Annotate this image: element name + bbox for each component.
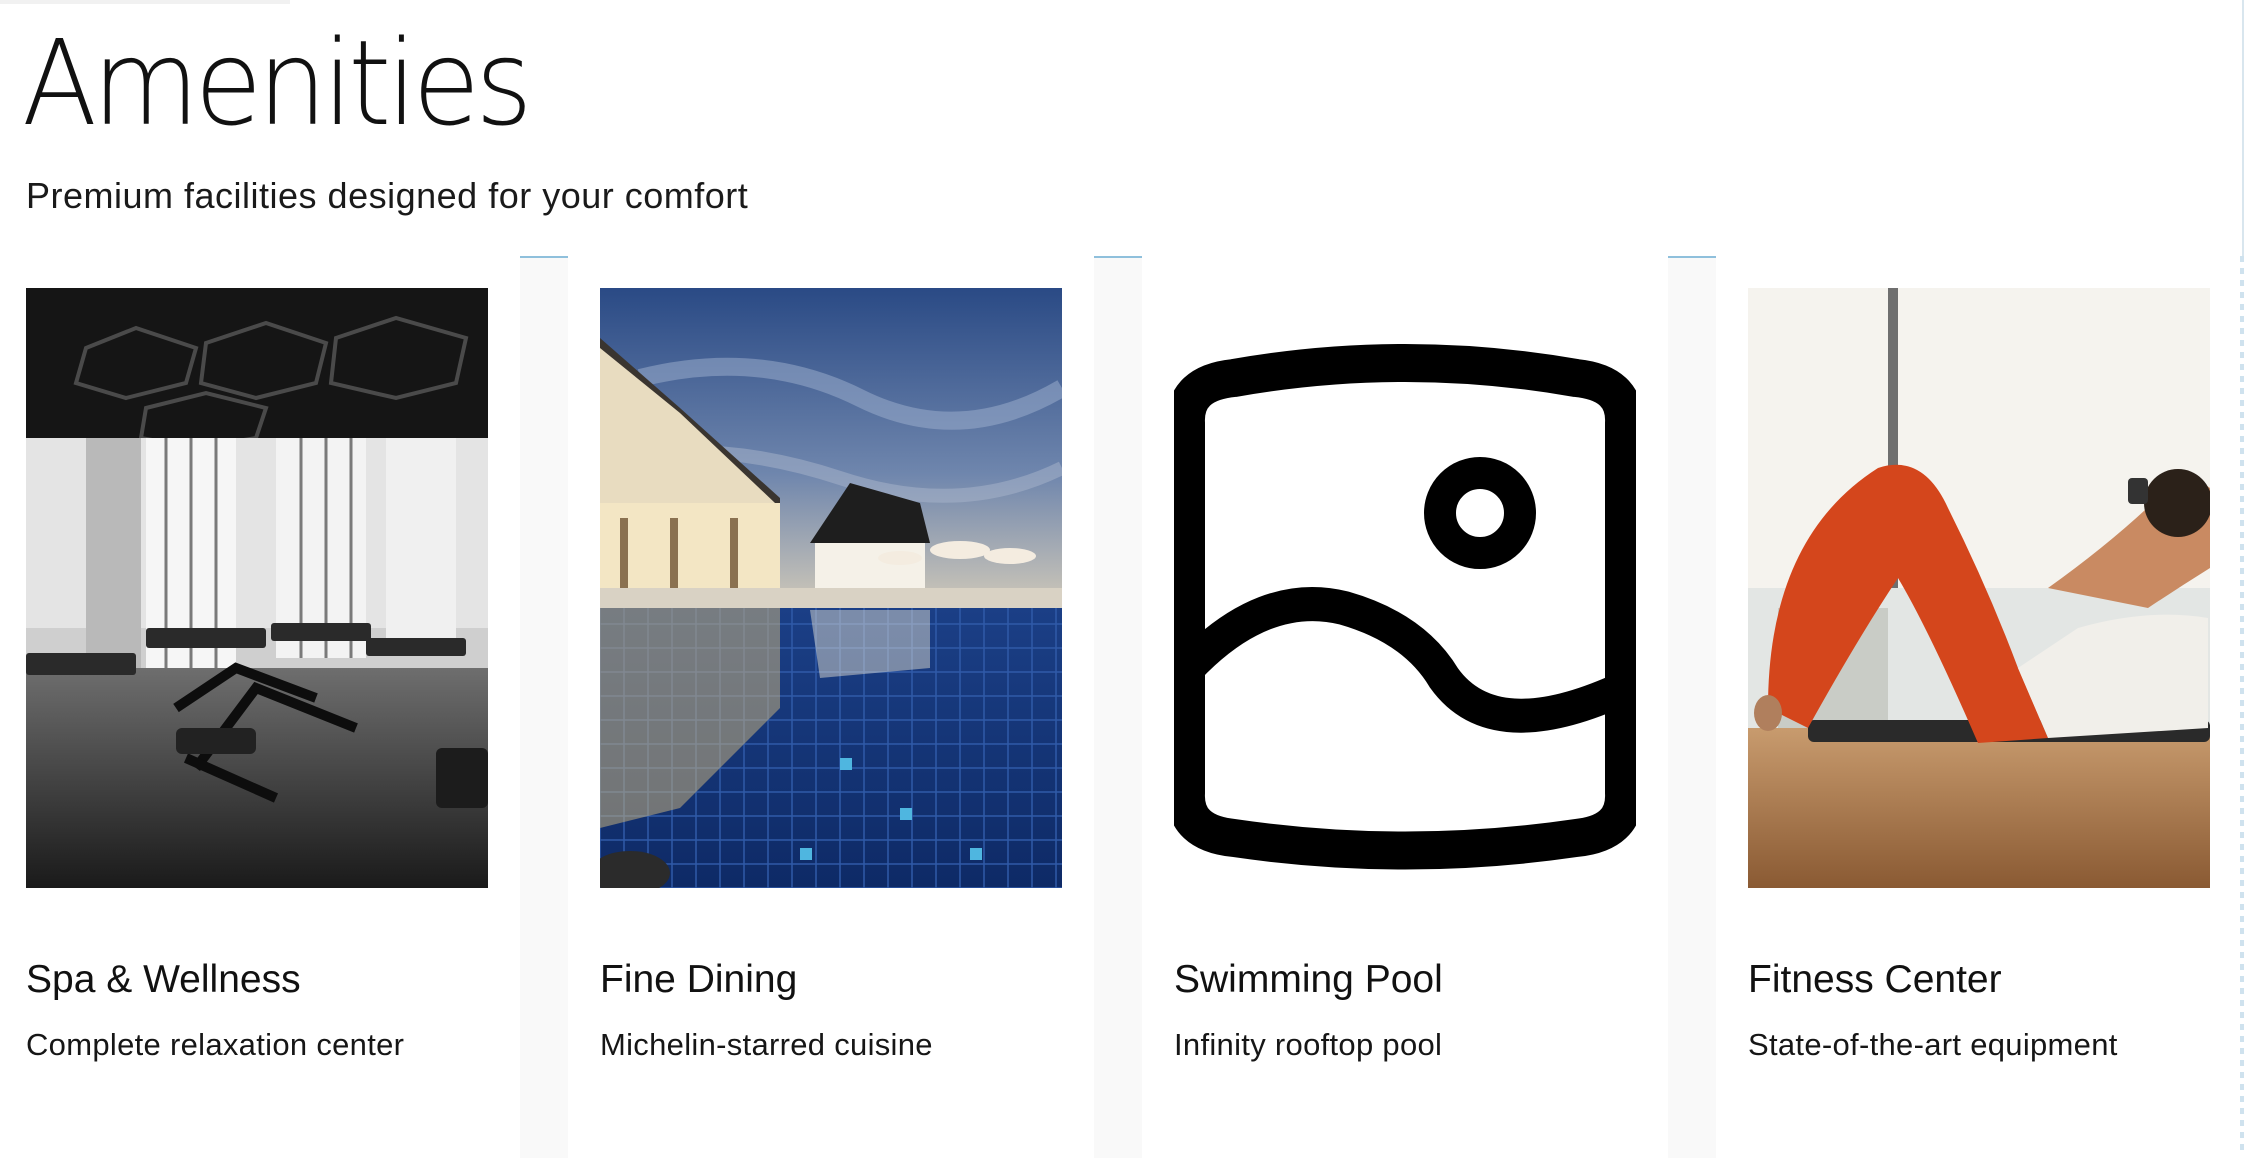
- amenity-card-spa-wellness[interactable]: Spa & Wellness Complete relaxation cente…: [26, 288, 488, 1156]
- amenities-grid: Spa & Wellness Complete relaxation cente…: [0, 256, 2244, 1158]
- amenity-description: Complete relaxation center: [26, 1027, 405, 1062]
- page-subtitle: Premium facilities designed for your com…: [26, 175, 749, 216]
- amenity-card-fitness-center[interactable]: Fitness Center State-of-the-art equipmen…: [1748, 288, 2210, 1156]
- top-tab-indicator: [0, 0, 290, 4]
- amenity-description: Infinity rooftop pool: [1174, 1027, 1443, 1062]
- image-placeholder-icon: [1174, 288, 1636, 888]
- amenity-card-fine-dining[interactable]: Fine Dining Michelin-starred cuisine: [600, 288, 1062, 1156]
- scroll-edge: [2240, 256, 2244, 1156]
- workout-photo: [1748, 288, 2210, 888]
- amenity-card-swimming-pool[interactable]: Swimming Pool Infinity rooftop pool: [1174, 288, 1636, 1156]
- amenity-title: Fine Dining: [600, 958, 798, 1001]
- amenity-title: Fitness Center: [1748, 958, 2002, 1001]
- amenity-title: Spa & Wellness: [26, 958, 301, 1001]
- amenity-image: [1748, 288, 2210, 888]
- amenity-image: [600, 288, 1062, 888]
- card-gutter: [1668, 256, 1716, 1158]
- amenity-image: [26, 288, 488, 888]
- card-gutter: [520, 256, 568, 1158]
- amenity-title: Swimming Pool: [1174, 958, 1443, 1001]
- page-title: Amenities: [22, 14, 533, 152]
- poolside-restaurant-photo: [600, 288, 1062, 888]
- amenity-description: Michelin-starred cuisine: [600, 1027, 933, 1062]
- card-gutter: [1094, 256, 1142, 1158]
- amenity-description: State-of-the-art equipment: [1748, 1027, 2118, 1062]
- gym-photo: [26, 288, 488, 888]
- amenity-image: [1174, 288, 1636, 888]
